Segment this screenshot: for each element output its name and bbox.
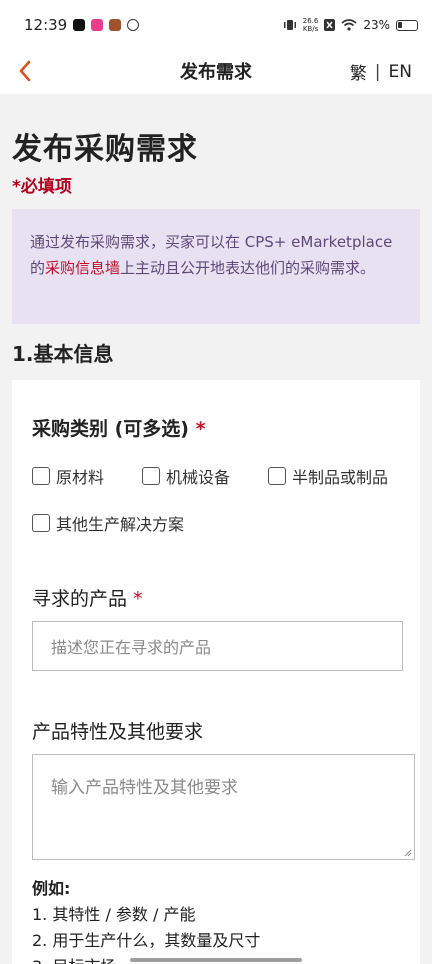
main-content: 发布采购需求 *必填项 通过发布采购需求，买家可以在 CPS+ eMarketp… [0, 94, 432, 964]
features-label: 产品特性及其他要求 [32, 721, 204, 743]
back-button[interactable] [10, 56, 40, 86]
link-app-icon [127, 19, 140, 31]
checkbox-machinery[interactable]: 机械设备 [142, 464, 230, 488]
product-label: 寻求的产品 * [32, 588, 143, 610]
language-switcher: 繁 | EN [350, 59, 412, 85]
notice-box: 通过发布采购需求，买家可以在 CPS+ eMarketplace 的采购信息墙上… [12, 209, 420, 324]
product-input[interactable]: 描述您正在寻求的产品 [32, 621, 403, 671]
required-star: * [195, 418, 206, 440]
lang-english[interactable]: EN [389, 62, 412, 82]
purchase-wall-link[interactable]: 采购信息墙 [45, 259, 120, 277]
nav-bar: 发布需求 繁 | EN [0, 50, 432, 94]
lang-traditional-chinese[interactable]: 繁 [350, 59, 367, 84]
battery-percent: 23% [363, 18, 390, 32]
example-block: 例如: 1. 其特性 / 参数 / 产能 2. 用于生产什么，其数量及尺寸 3.… [32, 876, 260, 964]
home-indicator[interactable] [130, 958, 302, 962]
checkbox-box[interactable] [268, 467, 286, 485]
required-note: *必填项 [12, 177, 72, 197]
status-bar: 12:39 26.6 KB/s 23% [0, 0, 432, 50]
game-app-icon [109, 19, 122, 31]
checkbox-box[interactable] [142, 467, 160, 485]
checkbox-semi-finished[interactable]: 半制品或制品 [268, 464, 388, 488]
battery-icon [396, 19, 418, 31]
category-label: 采购类别 (可多选) * [32, 418, 206, 440]
net-speed: 26.6 KB/s [302, 17, 319, 33]
example-heading: 例如: [32, 879, 71, 898]
checkbox-box[interactable] [32, 514, 50, 532]
lang-separator: | [374, 61, 381, 82]
checkbox-box[interactable] [32, 467, 50, 485]
status-time: 12:39 [24, 16, 68, 34]
wifi-icon [341, 19, 357, 31]
resize-handle-icon[interactable] [404, 849, 412, 857]
vibrate-icon [283, 20, 296, 30]
section-title-basic-info: 1.基本信息 [12, 342, 114, 366]
tiktok-icon [73, 19, 86, 31]
example-line-1: 1. 其特性 / 参数 / 产能 [32, 905, 196, 924]
required-star: * [133, 588, 143, 610]
back-arrow-icon [19, 60, 31, 82]
example-line-2: 2. 用于生产什么，其数量及尺寸 [32, 931, 261, 950]
notification-icon [324, 19, 336, 31]
checkbox-other-solutions[interactable]: 其他生产解决方案 [32, 511, 184, 535]
notice-text-2: 上主动且公开地表达他们的采购需求。 [120, 259, 376, 277]
checkbox-raw-materials[interactable]: 原材料 [32, 464, 104, 488]
page-title: 发布采购需求 [12, 132, 198, 167]
features-textarea[interactable]: 输入产品特性及其他要求 [32, 754, 415, 860]
form-card: 采购类别 (可多选) * 原材料 机械设备 半制品或制品 其他生产解决方案 寻求… [12, 380, 420, 964]
shopping-app-icon [91, 19, 104, 31]
